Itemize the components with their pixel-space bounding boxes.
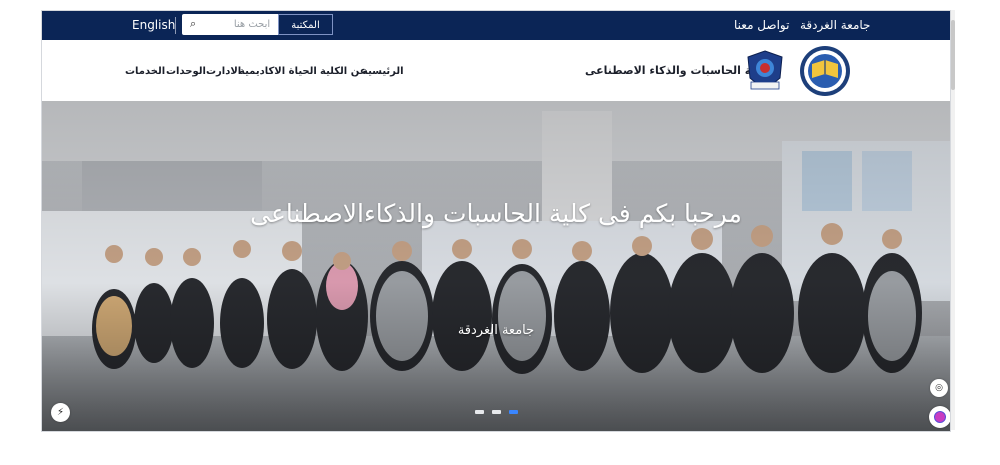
nav-item-administrations[interactable]: الادارت xyxy=(206,66,241,77)
browser-viewport: English ⌕ ابحث هنا المكتبة تواصل معنا جا… xyxy=(41,10,951,432)
nav-item-units[interactable]: الوحدات xyxy=(166,66,206,77)
bolt-icon[interactable]: ⚡ xyxy=(51,403,70,422)
hero-subtitle[interactable]: جامعة الغردقة xyxy=(42,323,950,338)
hero-slider[interactable]: مرحبا بكم فى كلية الحاسبات والذكاءالاصطن… xyxy=(42,101,950,431)
chat-icon[interactable] xyxy=(929,406,950,428)
hero-photo xyxy=(42,101,950,431)
nav-item-home[interactable]: الرئيسية xyxy=(362,66,404,77)
hero-title: مرحبا بكم فى كلية الحاسبات والذكاءالاصطن… xyxy=(250,199,742,228)
university-link[interactable]: جامعة الغردقة xyxy=(800,11,870,40)
nav-item-about[interactable]: عن الكلية xyxy=(320,66,367,77)
slide-dot-1[interactable] xyxy=(475,410,484,414)
scrollbar-thumb[interactable] xyxy=(951,20,955,90)
top-bar: English ⌕ ابحث هنا المكتبة تواصل معنا جا… xyxy=(42,11,950,40)
site-header: الرئيسية عن الكلية الحياة الاكاديمية الا… xyxy=(42,40,950,102)
divider xyxy=(175,17,176,34)
accessibility-icon[interactable]: ◎ xyxy=(930,379,948,397)
slide-dot-2[interactable] xyxy=(492,410,501,414)
nav-item-academic-life[interactable]: الحياة الاكاديمية xyxy=(239,66,317,77)
slide-dot-3[interactable] xyxy=(509,410,518,414)
library-button[interactable]: المكتبة xyxy=(278,14,333,35)
contact-link[interactable]: تواصل معنا xyxy=(734,11,789,40)
university-logo[interactable] xyxy=(798,44,852,98)
nav-item-services[interactable]: الخدمات xyxy=(125,66,165,77)
college-name[interactable]: كلية الحاسبات والذكاء الاصطناعى xyxy=(585,64,767,77)
college-logo[interactable] xyxy=(742,48,788,94)
search-icon[interactable]: ⌕ xyxy=(190,17,196,31)
language-switch[interactable]: English xyxy=(132,11,175,40)
